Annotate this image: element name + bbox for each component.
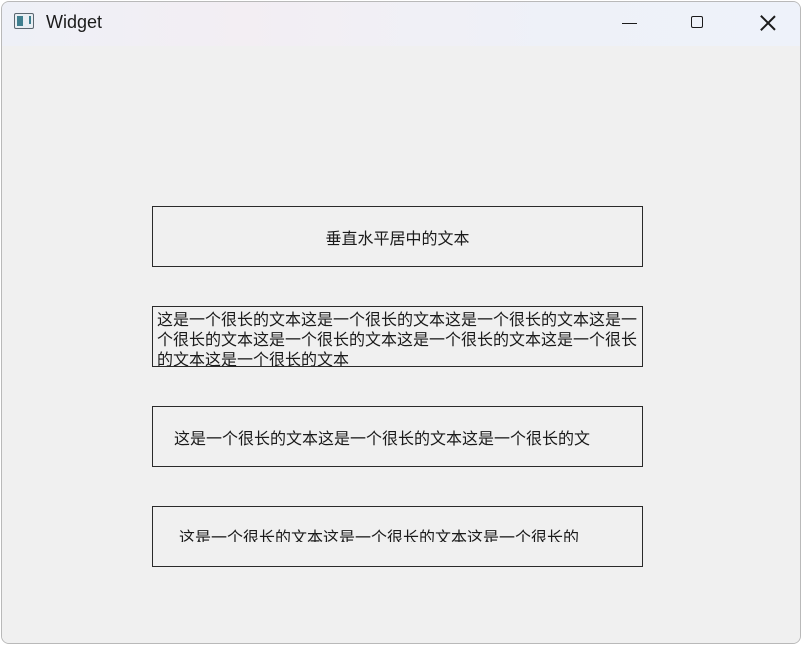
close-icon: [760, 15, 776, 31]
client-area: 垂直水平居中的文本 这是一个很长的文本这是一个很长的文本这是一个很长的文本这是一…: [2, 46, 800, 643]
window-title: Widget: [46, 12, 103, 32]
minimize-button[interactable]: [592, 2, 662, 46]
close-button[interactable]: [732, 2, 800, 46]
app-icon[interactable]: [14, 13, 34, 29]
title-bar[interactable]: Widget: [2, 2, 800, 46]
minimize-icon: [622, 23, 637, 24]
wrapped-text: 这是一个很长的文本这是一个很长的文本这是一个很长的文本这是一个很长的文本这是一个…: [157, 310, 638, 367]
clipped-text: 这是一个很长的文本这是一个很长的文本这是一个很长的: [179, 528, 580, 542]
centered-text-label: 垂直水平居中的文本: [152, 206, 643, 267]
app-window: Widget 垂直水平居中的文本 这是一个很长的文本这是一个很长的文本这是一个很…: [1, 1, 801, 644]
single-line-text: 这是一个很长的文本这是一个很长的文本这是一个很长的文: [174, 428, 591, 448]
clipped-text-label: 这是一个很长的文本这是一个很长的文本这是一个很长的: [152, 506, 643, 567]
maximize-icon: [691, 16, 703, 28]
centered-text: 垂直水平居中的文本: [325, 228, 470, 248]
single-line-text-label: 这是一个很长的文本这是一个很长的文本这是一个很长的文: [152, 406, 643, 467]
maximize-button[interactable]: [662, 2, 732, 46]
wrapped-text-label: 这是一个很长的文本这是一个很长的文本这是一个很长的文本这是一个很长的文本这是一个…: [152, 306, 643, 367]
